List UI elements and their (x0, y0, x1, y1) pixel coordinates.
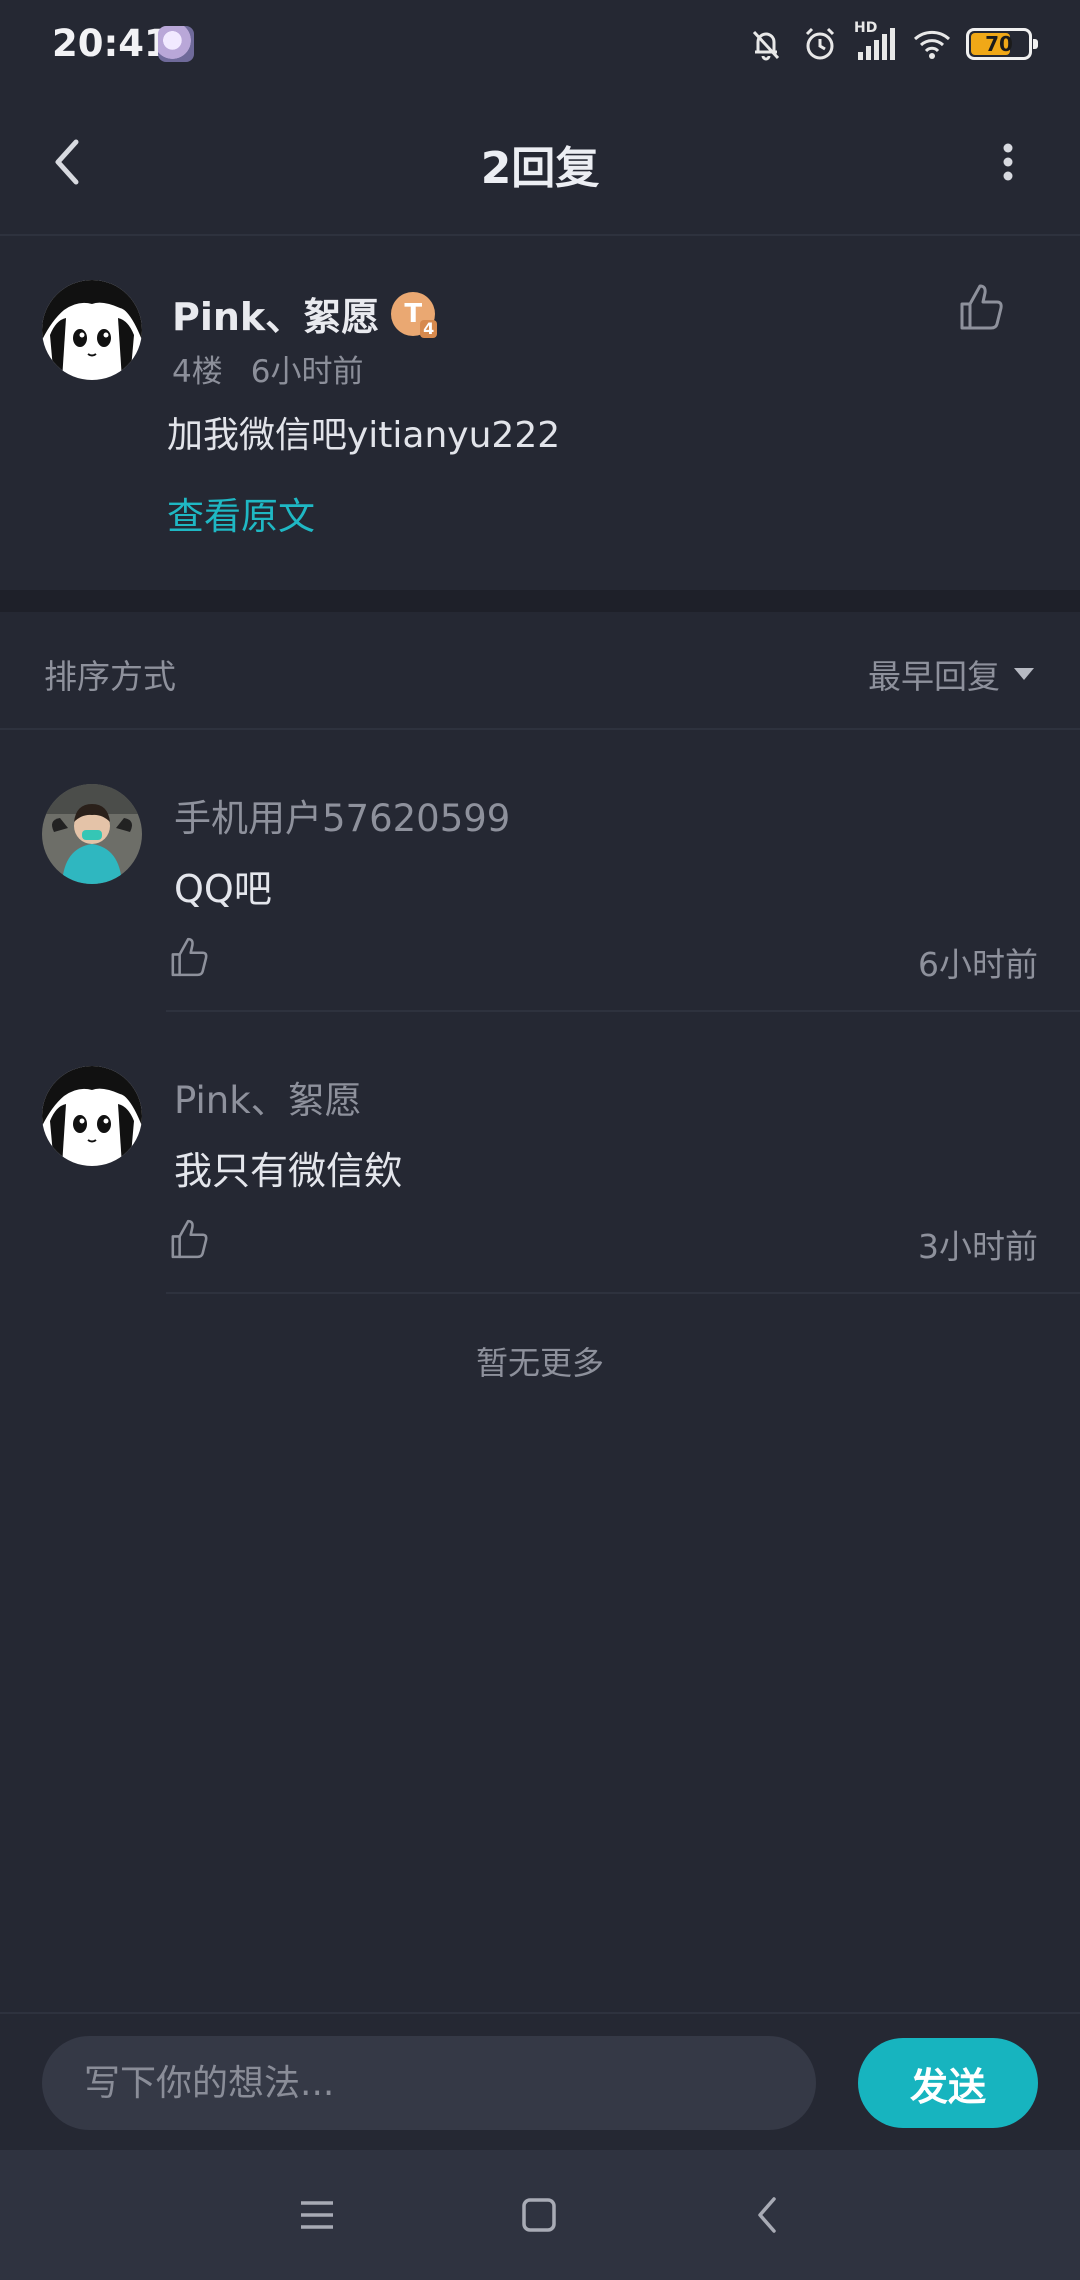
level-badge-icon: T 4 (391, 291, 438, 338)
system-nav-bar (0, 2150, 1080, 2280)
thumbs-up-icon[interactable] (954, 280, 1008, 334)
reply-time: 6小时前 (918, 945, 1038, 984)
child-photo-avatar-icon (42, 784, 142, 884)
status-icons: HD 70 (746, 20, 1038, 66)
thumbs-up-icon[interactable] (166, 934, 212, 980)
avatar[interactable] (42, 280, 142, 380)
section-divider (0, 590, 1080, 612)
more-options-button[interactable] (976, 130, 1040, 194)
home-button[interactable] (506, 2182, 572, 2248)
comment-content: 加我微信吧yitianyu222 (167, 415, 561, 456)
comment-composer: 发送 (0, 2012, 1080, 2150)
badge-level: 4 (420, 319, 438, 338)
avatar[interactable] (42, 784, 142, 884)
more-vertical-icon (1003, 143, 1013, 181)
battery-icon: 70 (966, 28, 1038, 60)
status-time: 20:41 (52, 22, 170, 65)
sort-label: 排序方式 (44, 657, 176, 696)
sort-dropdown[interactable]: 最早回复 (868, 650, 1036, 698)
reply-author[interactable]: 手机用户57620599 (174, 788, 510, 842)
sort-selected-value: 最早回复 (868, 657, 1000, 696)
list-item: Pink、絮愿 我只有微信欸 3小时前 (0, 1012, 1080, 1294)
wifi-icon (913, 30, 951, 59)
home-square-icon (522, 2198, 556, 2232)
mute-bell-icon (752, 30, 780, 61)
view-original-link[interactable]: 查看原文 (167, 486, 315, 540)
reply-author[interactable]: Pink、絮愿 (174, 1070, 362, 1124)
no-more-label: 暂无更多 (475, 1344, 604, 1382)
reply-detail-screen: 20:41 HD 70 2回复 Pink、絮愿 T 4 4楼 6小时前 加我微信… (0, 0, 1080, 2280)
menu-icon (301, 2201, 333, 2229)
comment-input[interactable] (42, 2036, 816, 2130)
list-item: 手机用户57620599 QQ吧 6小时前 (0, 730, 1080, 1012)
sort-bar: 排序方式 最早回复 (0, 612, 1080, 730)
recent-apps-button[interactable] (284, 2182, 350, 2248)
reply-content: QQ吧 (174, 867, 272, 911)
battery-text: 70 (985, 32, 1013, 56)
avatar[interactable] (42, 1066, 142, 1166)
floor-number: 4楼 (172, 354, 223, 390)
post-meta: 4楼 6小时前 (172, 346, 363, 391)
caret-down-icon (1014, 668, 1034, 680)
post-time: 6小时前 (250, 354, 364, 390)
signal-icon: HD (854, 20, 898, 64)
anime-avatar-icon (42, 280, 142, 380)
status-bar: 20:41 HD 70 (0, 0, 1080, 90)
back-triangle-icon (758, 2197, 776, 2233)
app-notification-icon (158, 26, 194, 62)
reply-content: 我只有微信欸 (174, 1149, 403, 1193)
divider (166, 1292, 1080, 1294)
page-title: 2回复 (480, 143, 600, 194)
author-row: Pink、絮愿 T 4 (172, 286, 438, 341)
system-back-button[interactable] (734, 2182, 800, 2248)
anime-avatar-icon (42, 1066, 142, 1166)
alarm-icon (805, 27, 835, 60)
thumbs-up-icon[interactable] (166, 1216, 212, 1262)
original-comment: Pink、絮愿 T 4 4楼 6小时前 加我微信吧yitianyu222 查看原… (0, 238, 1080, 590)
reply-time: 3小时前 (918, 1227, 1038, 1266)
top-app-bar: 2回复 (0, 90, 1080, 236)
author-name[interactable]: Pink、絮愿 (172, 286, 379, 341)
send-button[interactable]: 发送 (858, 2038, 1038, 2128)
